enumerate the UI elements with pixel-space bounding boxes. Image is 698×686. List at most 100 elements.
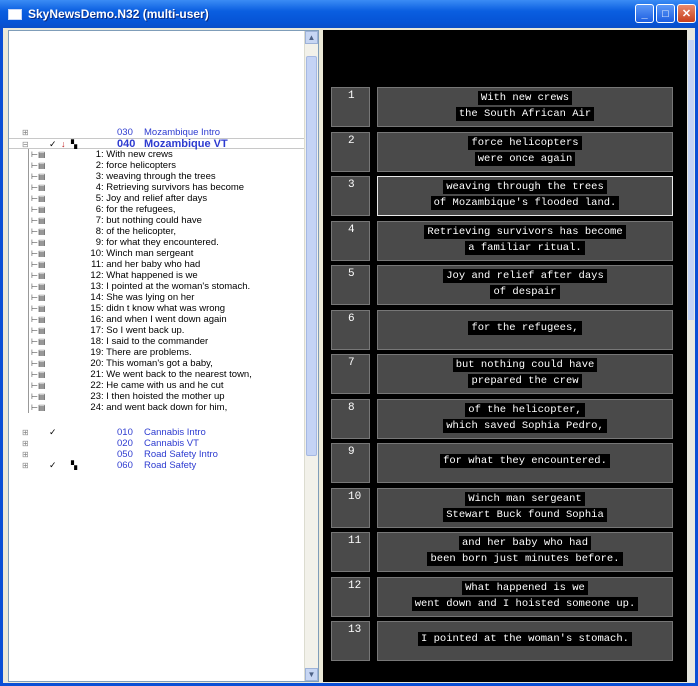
tree-connector [28,248,29,259]
subtitle-line-text: 16: and when I went down again [79,314,226,325]
line-text: : I then hoisted the mother up [101,391,225,402]
story-tree: ⊞ 030 Mozambique Intro ⊟ ✓ ↓ ▚ 040 Mozambique VT… [9,127,305,471]
document-icon: ⊢▤ [31,260,46,269]
caption-number[interactable]: 7 [331,354,370,394]
subtitle-line-row[interactable]: ⊢▤ 22: He came with us and he cut [9,380,305,391]
subtitle-line-row[interactable]: ⊢▤ 16: and when I went down again [9,314,305,325]
subtitle-line-row[interactable]: ⊢▤ 17: So I went back up. [9,325,305,336]
line-number: 3 [95,171,101,182]
scroll-down-arrow-icon[interactable]: ▼ [305,668,318,681]
expand-icon[interactable]: ⊞ [22,460,29,471]
subtitle-line-row[interactable]: ⊢▤ 18: I said to the commander [9,336,305,347]
story-group-row[interactable]: ⊞ 050 Road Safety Intro [9,449,305,460]
subtitle-line-row[interactable]: ⊢▤ 5: Joy and relief after days [9,193,305,204]
line-number: 22 [90,380,101,391]
caption-number[interactable]: 9 [331,443,370,483]
caption-number[interactable]: 6 [331,309,370,350]
expand-icon[interactable]: ⊞ [22,427,29,438]
caption-box[interactable]: of the helicopter, which saved Sophia Ped… [377,398,673,439]
tree-connector [28,292,29,303]
right-scrollbar-thumb[interactable] [688,40,694,320]
caption-box[interactable]: weaving through the trees of Mozambique's… [377,176,673,216]
subtitle-line-row[interactable]: ⊢▤ 8: of the helicopter, [9,226,305,237]
caption-box[interactable]: force helicopters were once again [377,131,673,172]
story-group-row[interactable]: ⊞ ✓ 010 Cannabis Intro [9,427,305,438]
caption-number[interactable]: 5 [331,265,370,305]
subtitle-line-row[interactable]: ⊢▤ 21: We went back to the nearest town, [9,369,305,380]
caption-box[interactable]: Joy and relief after days of despair [377,265,673,305]
caption-box[interactable]: for the refugees, [377,309,673,350]
group-title: Cannabis VT [144,438,199,449]
subtitle-line-row[interactable]: ⊢▤ 15: didn t know what was wrong [9,303,305,314]
subtitle-line-row[interactable]: ⊢▤ 7: but nothing could have [9,215,305,226]
caption-box[interactable]: With new crews the South African Air [377,87,673,127]
caption-box[interactable]: Retrieving survivors has become a familia… [377,220,673,261]
subtitle-line-row[interactable]: ⊢▤ 1: With new crews [9,149,305,160]
caption-number[interactable]: 12 [331,576,370,617]
subtitle-line-row[interactable]: ⊢▤ 24: and went back down for him, [9,402,305,413]
subtitle-line-row[interactable]: ⊢▤ 20: This woman's got a baby, [9,358,305,369]
subtitle-line-text: 3: weaving through the trees [79,171,216,182]
subtitle-line-row[interactable]: ⊢▤ 4: Retrieving survivors has become [9,182,305,193]
close-button[interactable]: ✕ [677,4,696,23]
story-group-row[interactable]: ⊞ ✓ ▚ 060 Road Safety [9,460,305,471]
story-group-row[interactable]: ⊞ 030 Mozambique Intro [9,127,305,138]
caption-number[interactable]: 2 [331,131,370,172]
caption-line: were once again [474,151,576,166]
expand-icon[interactable]: ⊞ [22,127,29,138]
caption-number[interactable]: 11 [331,532,370,572]
line-text: : weaving through the trees [101,171,216,182]
caption-preview-pane[interactable]: 1 With new crews the South African Air 2 for… [323,30,695,682]
line-number: 6 [95,204,101,215]
caption-number[interactable]: 13 [331,621,370,661]
caption-number[interactable]: 1 [331,87,370,127]
expand-icon[interactable]: ⊞ [22,449,29,460]
scroll-up-arrow-icon[interactable]: ▲ [305,31,318,44]
document-icon: ⊢▤ [31,381,46,390]
right-scrollbar[interactable] [687,30,695,682]
subtitle-line-row[interactable]: ⊢▤ 2: force helicopters [9,160,305,171]
caption-box[interactable]: Winch man sergeant Stewart Buck found Sop… [377,487,673,528]
caption-number[interactable]: 4 [331,220,370,261]
caption-line: weaving through the trees [443,180,607,194]
subtitle-line-text: 6: for the refugees, [79,204,176,215]
caption-number[interactable]: 3 [331,176,370,216]
caption-text: but nothing could have prepared the crew [378,358,672,390]
check-icon: ✓ [49,460,57,470]
document-icon: ⊢▤ [31,304,46,313]
left-scrollbar[interactable]: ▲ ▼ [304,31,318,681]
minimize-button[interactable]: _ [635,4,654,23]
caption-box[interactable]: for what they encountered. [377,443,673,483]
subtitle-line-row[interactable]: ⊢▤ 11: and her baby who had [9,259,305,270]
subtitle-line-row[interactable]: ⊢▤ 3: weaving through the trees [9,171,305,182]
line-text: : There are problems. [101,347,192,358]
subtitle-line-row[interactable]: ⊢▤ 6: for the refugees, [9,204,305,215]
subtitle-line-row[interactable]: ⊢▤ 10: Winch man sergeant [9,248,305,259]
caption-box[interactable]: but nothing could have prepared the crew [377,354,673,394]
caption-box[interactable]: I pointed at the woman's stomach. [377,621,673,661]
subtitle-line-row[interactable]: ⊢▤ 19: There are problems. [9,347,305,358]
caption-number[interactable]: 8 [331,398,370,439]
tree-connector [28,215,29,226]
document-icon: ⊢▤ [31,337,46,346]
subtitle-line-text: 14: She was lying on her [79,292,194,303]
expand-icon[interactable]: ⊞ [22,438,29,449]
caption-box[interactable]: What happened is we went down and I hoist… [377,576,673,617]
subtitle-line-row[interactable]: ⊢▤ 12: What happened is we [9,270,305,281]
maximize-button[interactable]: □ [656,4,675,23]
caption-box[interactable]: and her baby who had been born just minut… [377,532,673,572]
scrollbar-thumb[interactable] [306,56,317,456]
tree-connector [28,369,29,380]
subtitle-line-row[interactable]: ⊢▤ 23: I then hoisted the mother up [9,391,305,402]
title-bar[interactable]: SkyNewsDemo.N32 (multi-user) _ □ ✕ [0,0,698,28]
story-tree-pane[interactable]: ⊞ 030 Mozambique Intro ⊟ ✓ ↓ ▚ 040 Mozambique VT… [8,30,319,682]
line-number: 2 [95,160,101,171]
subtitle-line-row[interactable]: ⊢▤ 14: She was lying on her [9,292,305,303]
caption-line: Winch man sergeant [465,491,585,506]
story-group-row[interactable]: ⊟ ✓ ↓ ▚ 040 Mozambique VT [9,138,305,150]
caption-number[interactable]: 10 [331,487,370,528]
subtitle-line-row[interactable]: ⊢▤ 13: I pointed at the woman's stomach. [9,281,305,292]
tree-connector [28,380,29,391]
story-group-row[interactable]: ⊞ 020 Cannabis VT [9,438,305,449]
subtitle-line-row[interactable]: ⊢▤ 9: for what they encountered. [9,237,305,248]
